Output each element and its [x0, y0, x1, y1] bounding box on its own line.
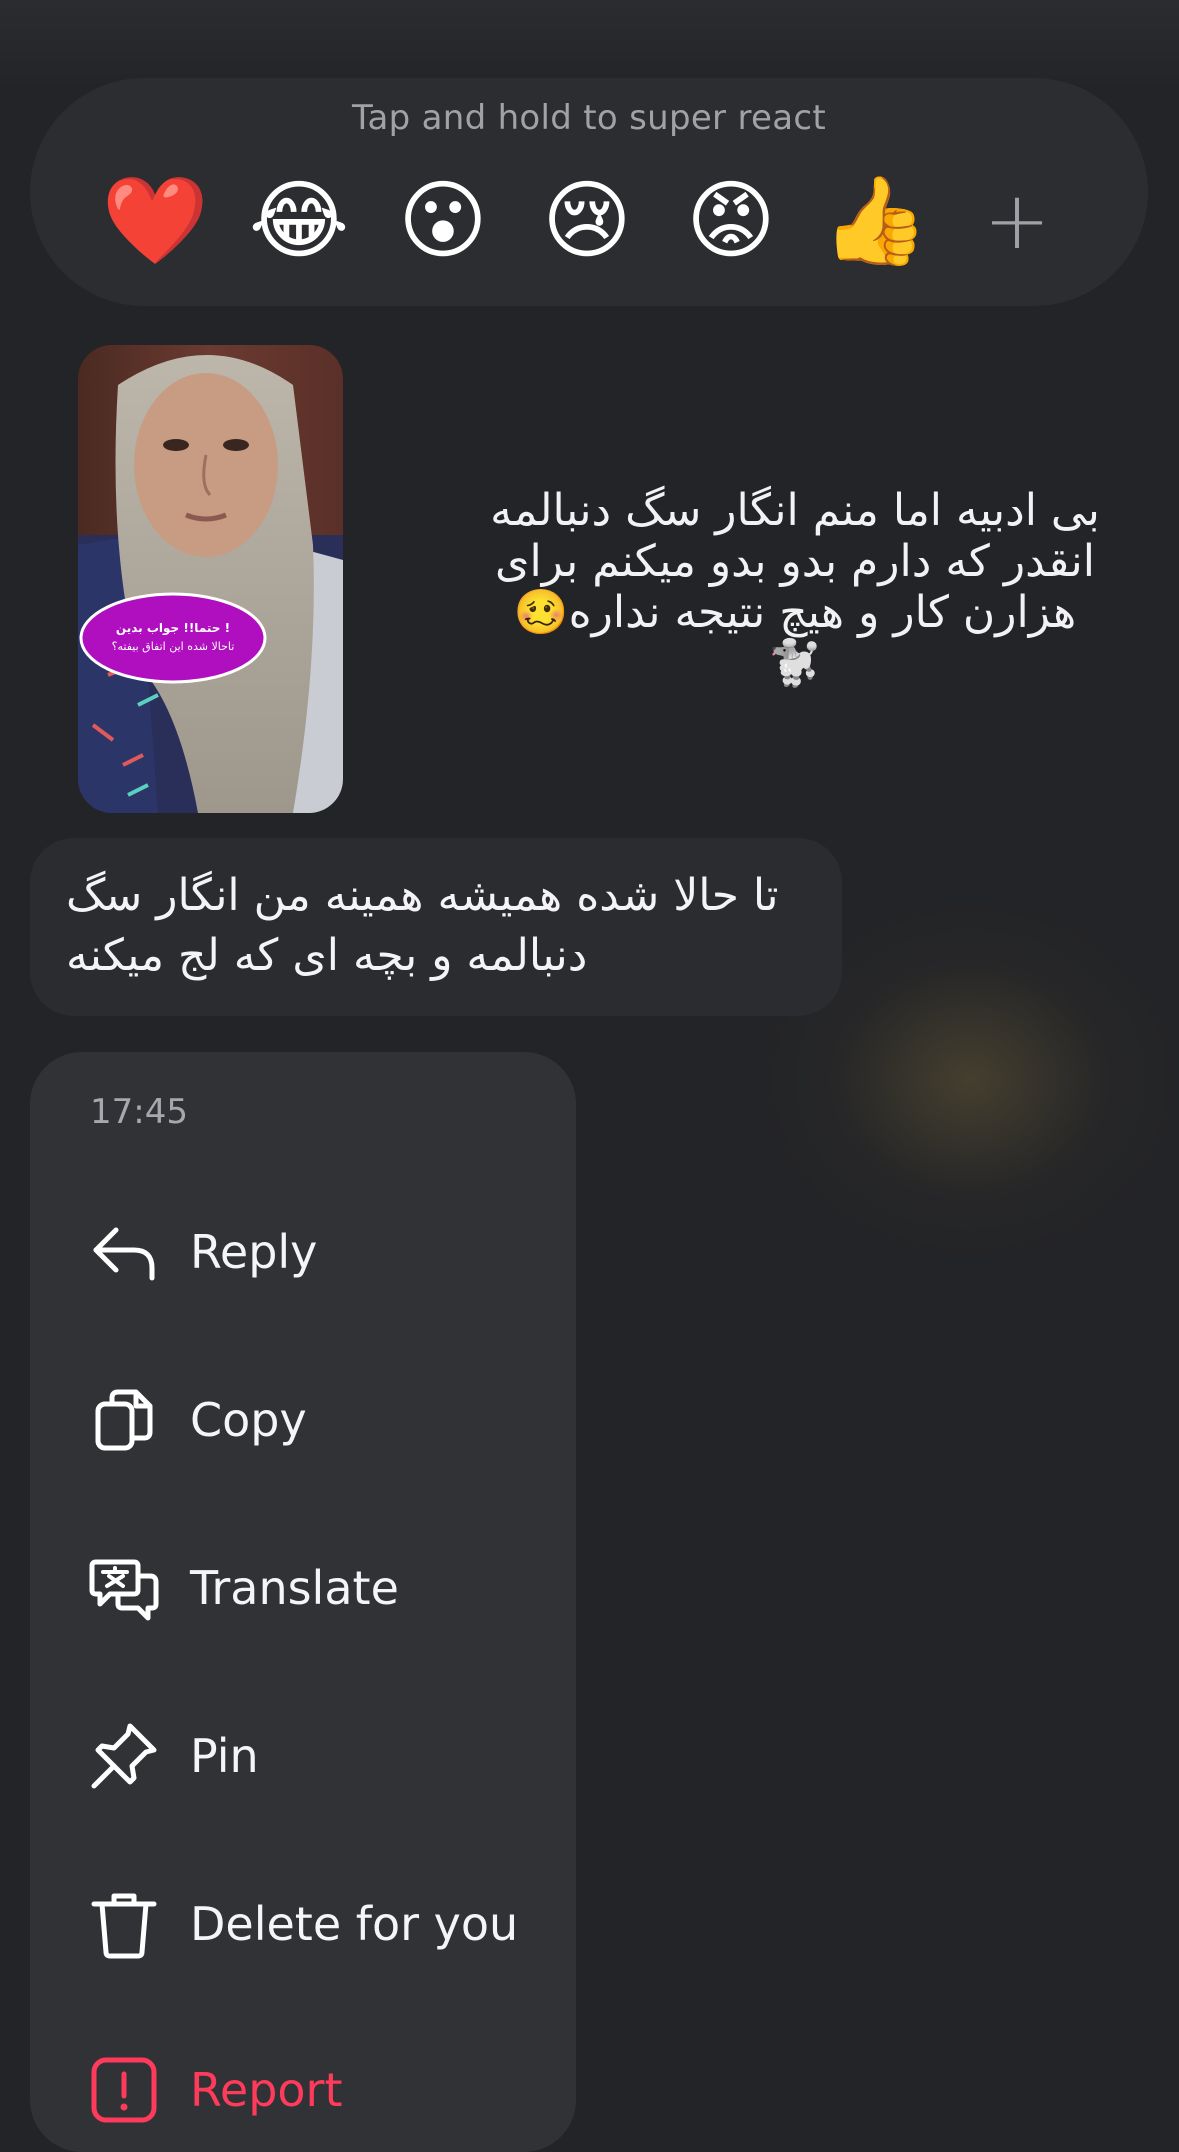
reply-message-text: تا حالا شده همیشه همینه من انگار سگ دنبا… [66, 870, 779, 981]
reaction-wow[interactable]: 😮 [388, 166, 498, 276]
menu-label-delete: Delete for you [190, 1897, 519, 1951]
message-context-menu: 17:45 Reply Copy Translate Pin Delete fo… [30, 1052, 576, 2152]
translate-icon [88, 1552, 160, 1624]
reply-icon [88, 1216, 160, 1288]
reply-message-bubble[interactable]: تا حالا شده همیشه همینه من انگار سگ دنبا… [30, 838, 842, 1016]
message-timestamp: 17:45 [90, 1092, 188, 1132]
trash-icon [88, 1888, 160, 1960]
received-message-text: بی ادبیه اما منم انگار سگ دنبالمه انقدر … [490, 485, 1100, 689]
reaction-bar: Tap and hold to super react ❤️ 😂 😮 😢 😡 👍… [30, 78, 1148, 306]
report-icon [88, 2054, 160, 2126]
menu-item-pin[interactable]: Pin [88, 1706, 558, 1806]
menu-item-delete[interactable]: Delete for you [88, 1874, 558, 1974]
reaction-hint: Tap and hold to super react [352, 98, 826, 138]
reaction-laugh[interactable]: 😂 [244, 166, 354, 276]
menu-label-pin: Pin [190, 1729, 259, 1783]
menu-item-report[interactable]: Report [88, 2040, 558, 2140]
reaction-angry[interactable]: 😡 [676, 166, 786, 276]
sticker-text-2: تاحالا شده این اتفاق بیفته؟ [112, 640, 235, 653]
reaction-row: ❤️ 😂 😮 😢 😡 👍 + [100, 166, 1110, 276]
menu-item-copy[interactable]: Copy [88, 1370, 558, 1470]
reaction-heart[interactable]: ❤️ [100, 166, 210, 276]
menu-item-translate[interactable]: Translate [88, 1538, 558, 1638]
menu-item-reply[interactable]: Reply [88, 1202, 558, 1302]
top-shade [0, 0, 1179, 90]
menu-label-report: Report [190, 2063, 343, 2117]
menu-label-reply: Reply [190, 1225, 318, 1279]
more-reactions-plus-icon[interactable]: + [962, 166, 1072, 276]
pin-icon [88, 1720, 160, 1792]
reaction-thumbs-up[interactable]: 👍 [820, 166, 930, 276]
copy-icon [88, 1384, 160, 1456]
sticker-text-1: حتما!! جواب بدین ! [116, 621, 230, 636]
reaction-sad[interactable]: 😢 [532, 166, 642, 276]
menu-label-copy: Copy [190, 1393, 307, 1447]
portrait-photo: حتما!! جواب بدین ! تاحالا شده این اتفاق … [78, 345, 343, 813]
menu-label-translate: Translate [190, 1561, 399, 1615]
message-media-thumbnail[interactable]: حتما!! جواب بدین ! تاحالا شده این اتفاق … [78, 345, 343, 813]
